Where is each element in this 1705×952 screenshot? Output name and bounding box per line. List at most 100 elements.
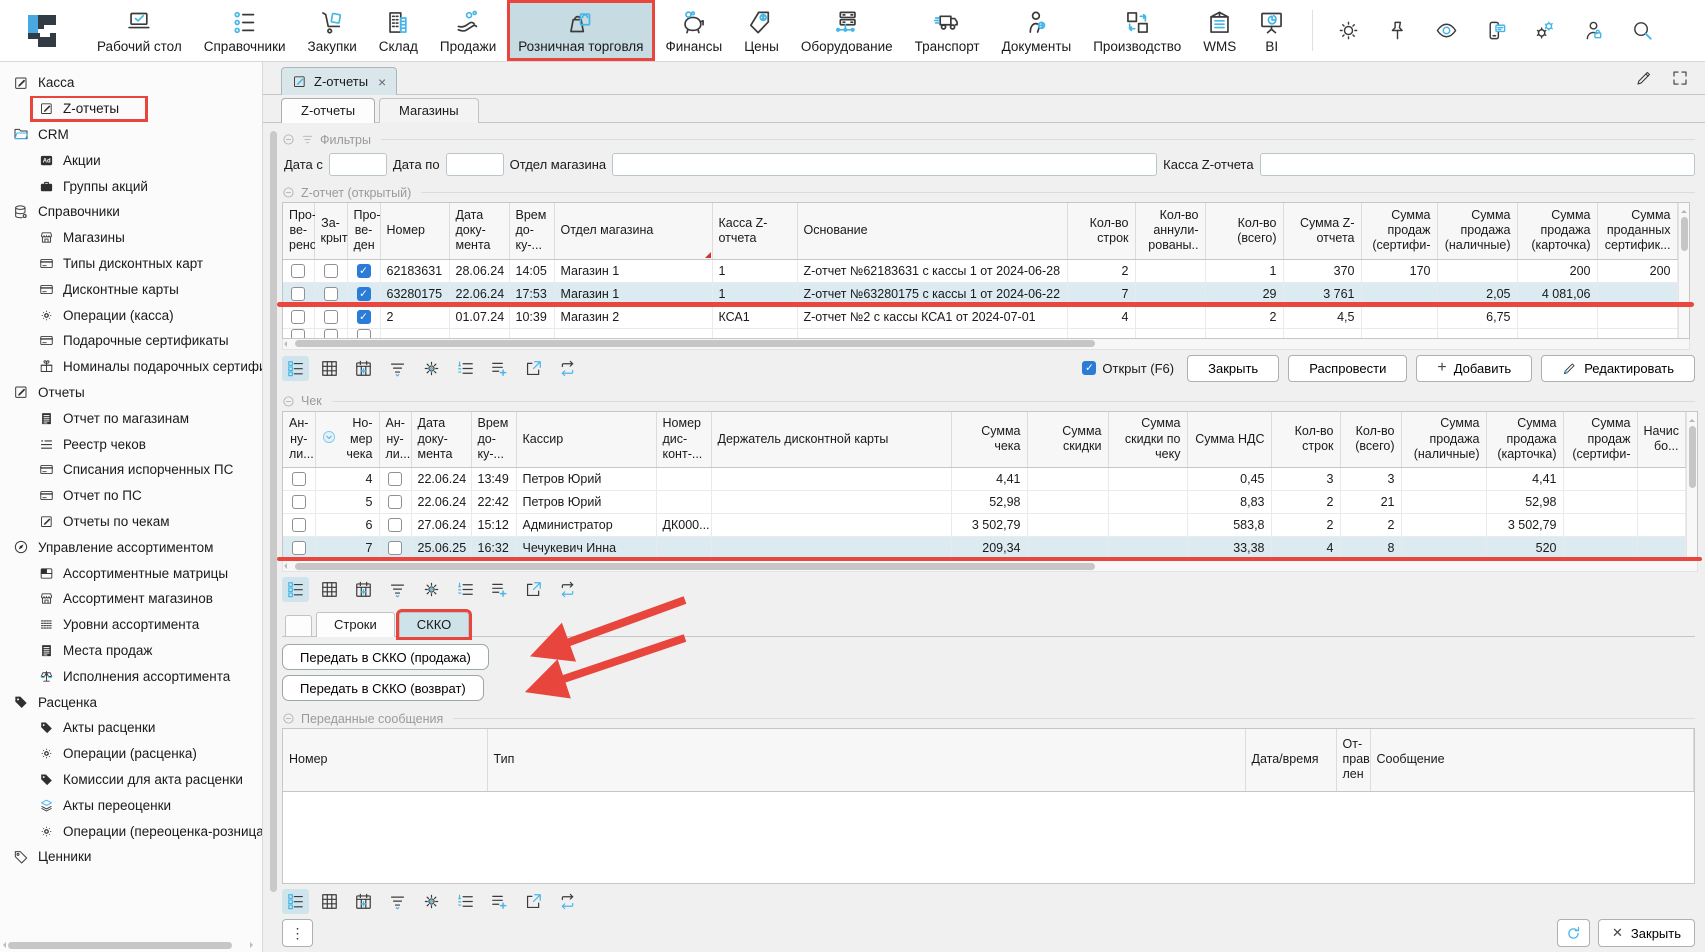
module-documents[interactable]: Документы (991, 0, 1083, 61)
scroll-up-icon[interactable] (1681, 207, 1687, 213)
row-checkbox[interactable] (291, 310, 305, 324)
column-header[interactable]: Начис бо... (1637, 412, 1685, 468)
open-f6-checkbox[interactable]: ✓ Открыт (F6) (1082, 361, 1174, 376)
settings-gear-button[interactable] (418, 356, 445, 381)
scrollbar-thumb[interactable] (295, 563, 1095, 570)
row-checkbox[interactable]: ✓ (357, 264, 371, 278)
collapse-icon[interactable] (282, 186, 295, 199)
module-finance[interactable]: Финансы (655, 0, 734, 61)
row-checkbox[interactable] (324, 329, 338, 337)
calendar-add-button[interactable] (350, 356, 377, 381)
sidebar-item-26[interactable]: Операции (расценка) (0, 741, 262, 767)
calendar-add-button[interactable] (350, 577, 377, 602)
sidebar-item-2[interactable]: CRM (0, 122, 262, 148)
module-production[interactable]: Производство (1082, 0, 1192, 61)
list-settings-button[interactable] (282, 577, 309, 602)
date-from-input[interactable] (329, 153, 387, 176)
column-header[interactable]: Сумма продажа (карточка) (1517, 203, 1597, 259)
row-checkbox[interactable] (388, 495, 402, 509)
module-desktop[interactable]: Рабочий стол (86, 0, 193, 61)
row-checkbox[interactable] (324, 310, 338, 324)
settings-gear-button[interactable] (418, 577, 445, 602)
row-checkbox[interactable] (292, 495, 306, 509)
column-header[interactable]: Держатель дисконтной карты (711, 412, 951, 468)
sidebar-item-5[interactable]: Справочники (0, 199, 262, 225)
filter-button[interactable] (384, 356, 411, 381)
sidebar-item-29[interactable]: Операции (переоценка-розница) (0, 818, 262, 844)
sidebar-item-0[interactable]: Касса (0, 70, 262, 96)
row-checkbox[interactable] (291, 264, 305, 278)
refresh-button[interactable] (1557, 919, 1590, 947)
column-header[interactable]: Сумма продажа (наличные) (1437, 203, 1517, 259)
column-header[interactable]: Ан- ну- ли... (283, 412, 315, 468)
list-settings-button[interactable] (282, 889, 309, 914)
sidebar-horizontal-scrollbar[interactable] (2, 940, 254, 950)
column-header[interactable]: Но- мер чека (315, 412, 379, 468)
sidebar-item-20[interactable]: Ассортимент магазинов (0, 586, 262, 612)
list-settings-button[interactable] (282, 356, 309, 381)
sort-icon[interactable] (322, 430, 336, 444)
column-header[interactable]: Номер дис- конт-... (656, 412, 711, 468)
column-header[interactable]: Врем до- ку-... (509, 203, 554, 259)
window-tab-zreports[interactable]: Z-отчеты × (281, 67, 397, 95)
grid-button[interactable] (316, 577, 343, 602)
module-wms[interactable]: WMS (1192, 0, 1247, 61)
column-header[interactable]: Сумма скидки по чеку (1108, 412, 1187, 468)
row-checkbox[interactable] (357, 329, 371, 337)
sidebar-item-15[interactable]: Списания испорченных ПС (0, 457, 262, 483)
refresh-button[interactable] (554, 577, 581, 602)
row-checkbox[interactable]: ✓ (357, 287, 371, 301)
column-header[interactable]: За- крыт (314, 203, 347, 259)
tab-zreports[interactable]: Z-отчеты (281, 98, 375, 123)
more-actions-button[interactable]: ⋮ (282, 919, 313, 947)
scrollbar-thumb[interactable] (8, 942, 232, 949)
column-header[interactable]: Тип (487, 729, 1245, 791)
open-external-button[interactable] (520, 577, 547, 602)
scroll-left-icon[interactable] (281, 341, 287, 347)
settings-gear-button[interactable] (418, 889, 445, 914)
row-checkbox[interactable] (292, 518, 306, 532)
tab-stroki[interactable]: Строки (316, 612, 395, 637)
pin-icon[interactable] (1386, 19, 1409, 42)
scrollbar-thumb[interactable] (1681, 217, 1688, 251)
scroll-up-icon[interactable] (1689, 416, 1695, 422)
tab-stores[interactable]: Магазины (379, 98, 479, 123)
sidebar-item-27[interactable]: Комиссии для акта расценки (0, 767, 262, 793)
date-to-input[interactable] (446, 153, 504, 176)
sidebar-item-4[interactable]: Группы акций (0, 173, 262, 199)
sidebar-item-3[interactable]: AdАкции (0, 147, 262, 173)
open-external-button[interactable] (520, 889, 547, 914)
edit-button[interactable]: Редактировать (1541, 355, 1695, 382)
brightness-icon[interactable] (1337, 19, 1360, 42)
column-header[interactable]: Основание (797, 203, 1067, 259)
column-header[interactable]: Кол-во (всего) (1205, 203, 1283, 259)
sidebar-item-18[interactable]: Управление ассортиментом (0, 534, 262, 560)
tab-skko[interactable]: СККО (399, 612, 470, 637)
scrollbar-thumb[interactable] (295, 340, 1095, 347)
scroll-right-icon[interactable] (250, 942, 256, 948)
module-catalogs[interactable]: Справочники (193, 0, 297, 61)
module-warehouse[interactable]: Склад (368, 0, 429, 61)
module-prices[interactable]: Цены (733, 0, 790, 61)
window-tab-close-icon[interactable]: × (378, 74, 386, 90)
collapse-icon[interactable] (282, 133, 295, 146)
refresh-button[interactable] (554, 889, 581, 914)
column-header[interactable]: Касса Z- отчета (712, 203, 797, 259)
expand-icon[interactable] (1671, 69, 1689, 87)
row-checkbox[interactable] (388, 541, 402, 555)
column-header[interactable]: Сумма НДС (1187, 412, 1271, 468)
scrollbar-thumb[interactable] (1689, 426, 1696, 488)
column-header[interactable]: Сумма продаж (сертифи- (1563, 412, 1637, 468)
numbered-list-button[interactable] (452, 356, 479, 381)
add-button[interactable]: + Добавить (1416, 355, 1532, 382)
scrollbar-thumb[interactable] (270, 131, 277, 892)
column-header[interactable]: Номер (283, 729, 487, 791)
column-header[interactable]: Кол-во (всего) (1340, 412, 1401, 468)
profile-icon[interactable] (1582, 19, 1605, 42)
skko-sale-button[interactable]: Передать в СККО (продажа) (282, 644, 489, 670)
column-header[interactable]: Сумма проданных сертифик... (1597, 203, 1677, 259)
numbered-list-button[interactable] (452, 577, 479, 602)
filter-button[interactable] (384, 889, 411, 914)
row-checkbox[interactable] (324, 287, 338, 301)
sidebar-item-12[interactable]: Отчеты (0, 380, 262, 406)
